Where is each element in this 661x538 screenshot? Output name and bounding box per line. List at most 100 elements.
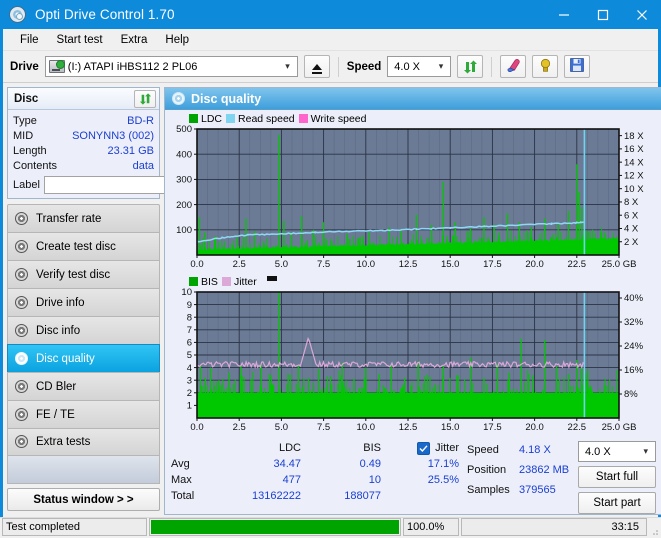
svg-text:6 X: 6 X <box>624 210 639 221</box>
window-title: Opti Drive Control 1.70 <box>35 7 175 22</box>
bis-chart: 1 2 3 4 5 6 7 8 9 10 8% 16% 24% 32% 40% 0.0 2.5 5.0 7.5 10.… <box>167 288 658 436</box>
stats-area: LDC BIS Jitter Avg 34.47 0.49 17.1% Max … <box>165 436 661 514</box>
speed-label: Speed <box>346 60 382 73</box>
disc-info-key: Length <box>13 144 47 157</box>
content-area: Disc Type BD-R MID SONYNN3 (002) Length … <box>3 83 661 515</box>
disc-info-key: MID <box>13 129 34 142</box>
legend-label-read-speed: Read speed <box>238 112 295 125</box>
disc-info-list: Type BD-R MID SONYNN3 (002) Length 23.31… <box>8 110 247 198</box>
legend-swatch-ldc <box>189 114 198 123</box>
stats-col-header-bis: BIS <box>363 442 381 454</box>
disc-info-row-type: Type BD-R <box>13 113 154 128</box>
stats-cell-jitter: 17.1% <box>427 458 459 470</box>
jitter-toggle[interactable]: Jitter <box>381 441 459 455</box>
disc-panel-title: Disc <box>14 92 39 105</box>
menu-item-file[interactable]: File <box>11 32 48 48</box>
start-full-button[interactable]: Start full <box>578 466 656 488</box>
svg-text:100: 100 <box>176 225 192 236</box>
maximize-icon[interactable] <box>583 0 622 29</box>
marker-indicator <box>266 275 277 281</box>
test-speed-select[interactable]: 4.0 X ▾ <box>578 441 656 462</box>
start-part-button[interactable]: Start part <box>578 492 656 514</box>
menu-item-extra[interactable]: Extra <box>112 32 157 48</box>
sidebar: Disc Type BD-R MID SONYNN3 (002) Length … <box>7 87 247 515</box>
stats-header-row: LDC BIS Jitter <box>171 440 461 456</box>
svg-text:24%: 24% <box>624 341 644 352</box>
run-speed-row: Speed 4.18 X <box>467 440 572 460</box>
sidebar-item-extra-tests[interactable]: Extra tests <box>7 428 160 456</box>
menu-item-help[interactable]: Help <box>156 32 198 48</box>
stats-cell-ldc: 13162222 <box>252 490 301 502</box>
svg-text:20.0: 20.0 <box>525 422 544 433</box>
ldc-chart: 100 200 300 400 500 2 X 4 X 6 X 8 X 10 X 12 X 14 X 1… <box>167 125 658 273</box>
legend-item-jitter: Jitter <box>221 275 257 288</box>
stats-row-label: Total <box>171 490 195 502</box>
legend-swatch-write-speed <box>298 114 308 123</box>
sidebar-item-drive-info[interactable]: Drive info <box>7 288 160 316</box>
legend-label-ldc: LDC <box>201 112 223 125</box>
refresh-button[interactable] <box>457 55 484 78</box>
sidebar-item-transfer-rate[interactable]: Transfer rate <box>7 204 160 232</box>
disc-info-row-mid: MID SONYNN3 (002) <box>13 128 154 143</box>
legend-label-jitter: Jitter <box>233 275 257 288</box>
stats-row-label: Avg <box>171 458 190 470</box>
svg-text:16%: 16% <box>624 365 644 376</box>
sidebar-item-fe-te[interactable]: FE / TE <box>7 400 160 428</box>
sidebar-item-label: Drive info <box>36 296 85 309</box>
status-bar: Test completed 100.0% 33:15 <box>0 517 661 538</box>
status-window-button[interactable]: Status window > > <box>7 488 160 511</box>
svg-text:5.0: 5.0 <box>275 422 288 433</box>
legend-label-bis: BIS <box>201 275 218 288</box>
sidebar-item-create-test-disc[interactable]: Create test disc <box>7 232 160 260</box>
app-disc-icon <box>9 6 26 23</box>
disc-info-value: SONYNN3 (002) <box>72 129 154 142</box>
legend-item-bis: BIS <box>189 276 218 288</box>
save-button[interactable] <box>564 55 591 78</box>
disc-info-value: 23.31 GB <box>107 144 154 157</box>
legend-swatch-read-speed <box>226 114 236 123</box>
jitter-checkbox[interactable] <box>417 441 431 455</box>
disc-quality-icon <box>172 92 185 105</box>
svg-text:7: 7 <box>187 325 192 336</box>
stats-row-label: Max <box>171 474 192 486</box>
stats-cell-jitter: 25.5% <box>427 474 459 486</box>
sidebar-item-label: Verify test disc <box>36 268 111 281</box>
legend-swatch-bis <box>189 277 198 286</box>
bulb-button[interactable] <box>532 55 559 78</box>
menu-item-start-test[interactable]: Start test <box>48 32 112 48</box>
sidebar-item-cd-bler[interactable]: CD Bler <box>7 372 160 400</box>
eject-button[interactable] <box>303 55 330 78</box>
disc-info-value: data <box>132 159 154 172</box>
minimize-icon[interactable] <box>544 0 583 29</box>
legend-item-ldc: LDC <box>189 113 222 125</box>
sidebar-item-label: Disc quality <box>36 352 95 365</box>
drive-select[interactable]: (I:) ATAPI iHBS112 2 PL06 ▾ <box>44 56 298 77</box>
svg-text:300: 300 <box>176 175 192 186</box>
svg-text:10.0: 10.0 <box>357 259 376 270</box>
sidebar-item-disc-quality[interactable]: Disc quality <box>7 344 160 372</box>
close-icon[interactable] <box>622 0 661 29</box>
sidebar-item-label: Disc info <box>36 324 81 337</box>
eraser-button[interactable] <box>500 55 527 78</box>
disc-panel: Disc Type BD-R MID SONYNN3 (002) Length … <box>7 87 247 199</box>
stats-table: LDC BIS Jitter Avg 34.47 0.49 17.1% Max … <box>171 440 461 514</box>
table-row: Max 477 10 25.5% <box>171 472 461 488</box>
disc-refresh-button[interactable] <box>134 89 156 108</box>
svg-text:8%: 8% <box>624 389 638 400</box>
chevron-down-icon: ▾ <box>643 446 648 456</box>
disc-label-row: Label <box>13 175 247 194</box>
title-bar: Opti Drive Control 1.70 <box>0 0 661 29</box>
svg-text:12.5: 12.5 <box>399 422 418 433</box>
run-samples-row: Samples 379565 <box>467 480 572 500</box>
nav-list: Transfer rate Create test disc Verify te… <box>7 204 160 484</box>
sidebar-item-disc-info[interactable]: Disc info <box>7 316 160 344</box>
legend-item-write-speed: Write speed <box>298 113 367 125</box>
svg-text:2.5: 2.5 <box>233 422 246 433</box>
cd-bler-icon <box>15 379 29 394</box>
run-samples-label: Samples <box>467 484 510 496</box>
svg-text:10 X: 10 X <box>624 184 644 195</box>
drive-icon <box>48 60 65 73</box>
speed-select[interactable]: 4.0 X ▾ <box>387 56 452 77</box>
sidebar-item-verify-test-disc[interactable]: Verify test disc <box>7 260 160 288</box>
stats-cell-bis: 10 <box>368 474 381 486</box>
